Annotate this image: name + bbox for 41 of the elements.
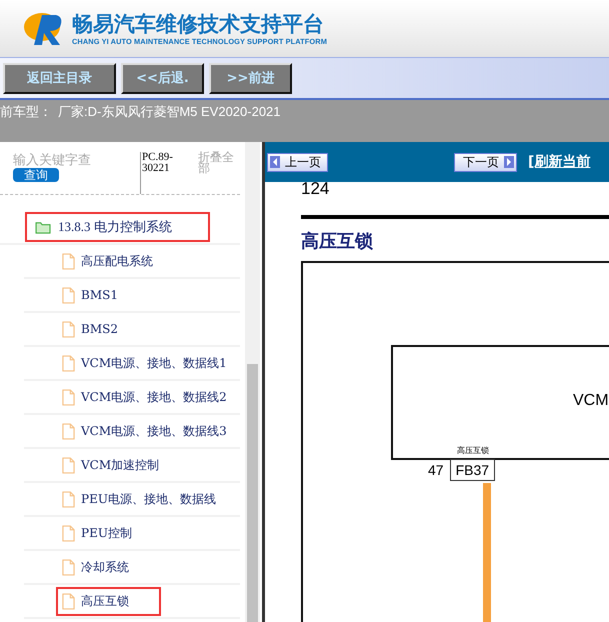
- document-icon: [62, 558, 75, 576]
- document-icon: [62, 286, 75, 304]
- catalog-code: PC.89-30221: [140, 152, 186, 194]
- section-title: 高压互锁: [301, 230, 374, 253]
- tree-page-item[interactable]: PEU控制: [56, 518, 138, 548]
- document-icon: [62, 354, 75, 372]
- module-label: VCM: [573, 392, 609, 410]
- connector-label: FB37: [450, 459, 496, 481]
- tree-page-item[interactable]: BMS2: [56, 314, 124, 344]
- tree-folder-item[interactable]: 13.8.3 电力控制系统: [25, 212, 210, 242]
- document-icon: [62, 490, 75, 508]
- left-arrow-icon: [270, 156, 280, 168]
- scrollbar[interactable]: [245, 142, 260, 622]
- tree-page-item[interactable]: VCM电源、接地、数据线2: [56, 382, 233, 412]
- tree-page-item[interactable]: 高压互锁: [56, 586, 161, 616]
- tree-page-item[interactable]: 冷却系统: [56, 552, 135, 582]
- right-arrow-icon: [504, 156, 514, 168]
- next-page-button[interactable]: 下一页: [454, 152, 517, 172]
- search-button[interactable]: 查询: [13, 168, 59, 182]
- refresh-link[interactable]: [刷新当前: [528, 153, 590, 171]
- site-title: 畅易汽车维修技术支持平台: [72, 11, 325, 37]
- document-icon: [62, 422, 75, 440]
- signal-label: 高压互锁: [457, 445, 489, 456]
- folder-icon: [35, 220, 52, 234]
- tree-page-item[interactable]: PEU电源、接地、数据线: [56, 484, 222, 514]
- pin-number: 47: [428, 462, 444, 478]
- tree-page-item[interactable]: VCM电源、接地、数据线1: [56, 348, 233, 378]
- vehicle-label: 前车型：: [0, 103, 52, 121]
- tree-page-item[interactable]: BMS1: [56, 280, 124, 310]
- document-icon: [62, 456, 75, 474]
- document-icon: [62, 320, 75, 338]
- document-icon: [62, 524, 75, 542]
- tree-page-item[interactable]: VCM加速控制: [56, 450, 166, 480]
- vehicle-model: 厂家:D-东风风行菱智M5 EV2020-2021: [58, 103, 281, 121]
- tree-page-item[interactable]: 高压配电系统: [56, 246, 159, 276]
- previous-page-button[interactable]: 上一页: [267, 152, 328, 172]
- tree-page-item[interactable]: VCM电源、接地、数据线3: [56, 416, 233, 446]
- document-icon: [62, 592, 75, 610]
- document-icon: [62, 252, 75, 270]
- page-number: 124: [301, 182, 330, 196]
- document-icon: [62, 388, 75, 406]
